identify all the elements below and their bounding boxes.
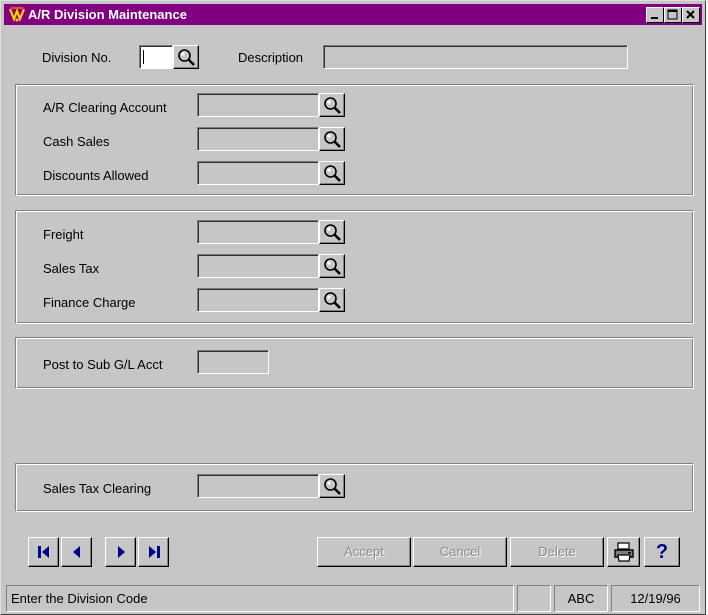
next-record-button[interactable]	[105, 537, 136, 567]
printer-icon	[614, 542, 634, 562]
magnifier-icon	[324, 478, 341, 495]
accept-button[interactable]: Accept	[317, 537, 411, 567]
division-lookup-button[interactable]	[173, 45, 199, 69]
help-button[interactable]: ?	[644, 537, 680, 567]
sales-tax-lookup-button[interactable]	[319, 254, 345, 278]
division-no-label: Division No.	[42, 50, 112, 65]
post-to-sub-gl-field[interactable]	[197, 350, 269, 374]
discounts-allowed-label: Discounts Allowed	[43, 168, 149, 183]
discounts-allowed-lookup-button[interactable]	[319, 161, 345, 185]
help-label: ?	[655, 541, 669, 563]
freight-lookup-button[interactable]	[319, 220, 345, 244]
magnifier-icon	[324, 97, 341, 114]
next-record-icon	[118, 546, 125, 558]
title-bar[interactable]: A/R Division Maintenance	[4, 4, 702, 25]
magnifier-icon	[324, 224, 341, 241]
freight-field[interactable]	[197, 220, 319, 244]
sales-tax-clearing-field[interactable]	[197, 474, 319, 498]
app-icon[interactable]	[8, 6, 26, 23]
magnifier-icon	[178, 49, 195, 66]
ar-clearing-account-field[interactable]	[197, 93, 319, 117]
status-date: 12/19/96	[611, 585, 700, 612]
maximize-button[interactable]	[664, 7, 682, 23]
division-no-input[interactable]	[139, 45, 173, 69]
first-record-icon	[38, 546, 49, 558]
text-cursor	[143, 50, 144, 64]
status-message: Enter the Division Code	[6, 585, 514, 612]
print-button[interactable]	[607, 537, 640, 567]
magnifier-icon	[324, 292, 341, 309]
delete-label: Delete	[538, 544, 576, 559]
previous-record-icon	[73, 546, 80, 558]
status-mode: ABC	[554, 585, 608, 612]
accept-label: Accept	[344, 544, 384, 559]
cash-sales-lookup-button[interactable]	[319, 127, 345, 151]
last-record-icon	[149, 546, 160, 558]
sales-tax-clearing-lookup-button[interactable]	[319, 474, 345, 498]
ar-clearing-lookup-button[interactable]	[319, 93, 345, 117]
cancel-button[interactable]: Cancel	[413, 537, 507, 567]
delete-button[interactable]: Delete	[510, 537, 604, 567]
sales-tax-field[interactable]	[197, 254, 319, 278]
finance-charge-field[interactable]	[197, 288, 319, 312]
window-title: A/R Division Maintenance	[28, 7, 187, 22]
previous-record-button[interactable]	[61, 537, 92, 567]
magnifier-icon	[324, 131, 341, 148]
magnifier-icon	[324, 258, 341, 275]
last-record-button[interactable]	[138, 537, 169, 567]
sales-tax-clearing-label: Sales Tax Clearing	[43, 481, 152, 496]
magnifier-icon	[324, 165, 341, 182]
status-bar: Enter the Division Code ABC 12/19/96	[4, 585, 704, 612]
post-to-sub-gl-label: Post to Sub G/L Acct	[43, 357, 163, 372]
finance-charge-lookup-button[interactable]	[319, 288, 345, 312]
first-record-button[interactable]	[28, 537, 59, 567]
cash-sales-field[interactable]	[197, 127, 319, 151]
sales-tax-label: Sales Tax	[43, 261, 100, 276]
ar-clearing-account-label: A/R Clearing Account	[43, 100, 167, 115]
cancel-label: Cancel	[439, 544, 481, 559]
cash-sales-label: Cash Sales	[43, 134, 110, 149]
description-label: Description	[238, 50, 304, 65]
close-button[interactable]	[682, 7, 700, 23]
discounts-allowed-field[interactable]	[197, 161, 319, 185]
status-indicator-blank	[517, 585, 551, 612]
freight-label: Freight	[43, 227, 84, 242]
finance-charge-label: Finance Charge	[43, 295, 136, 310]
ar-division-maintenance-window: A/R Division Maintenance Division No. De…	[0, 0, 706, 615]
minimize-button[interactable]	[646, 7, 664, 23]
description-field[interactable]	[323, 45, 628, 69]
